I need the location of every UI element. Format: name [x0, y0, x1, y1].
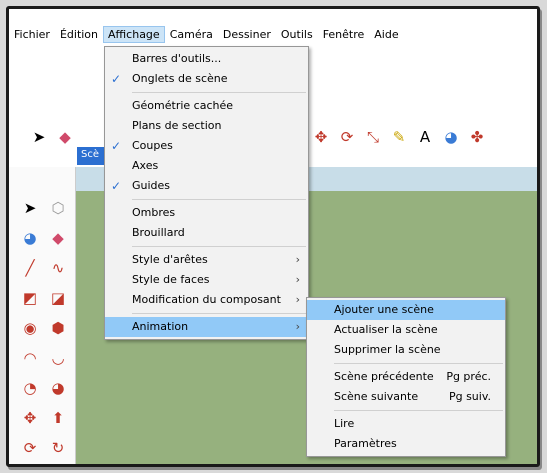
menu-item-label: Supprimer la scène	[334, 343, 441, 356]
menu-item-animation[interactable]: Animation ›	[105, 317, 308, 337]
menu-item-brouillard[interactable]: Brouillard	[105, 223, 308, 243]
pie-icon[interactable]: ◔	[19, 377, 41, 399]
menu-item-coupes[interactable]: ✓ Coupes	[105, 136, 308, 156]
menu-item-label: Style d'arêtes	[132, 253, 208, 266]
menu-item-label: Axes	[132, 159, 159, 172]
checkmark-icon: ✓	[111, 139, 122, 153]
follow-me-icon[interactable]: ↻	[47, 437, 69, 459]
menu-item-onglets-de-scene[interactable]: ✓ Onglets de scène	[105, 69, 308, 89]
menu-item-label: Paramètres	[334, 437, 397, 450]
component-icon[interactable]: ⬡	[47, 197, 69, 219]
menu-affichage[interactable]: Affichage	[103, 25, 165, 43]
menu-item-label: Style de faces	[132, 273, 210, 286]
push-pull-icon[interactable]: ⬆	[47, 407, 69, 429]
menu-item-label: Brouillard	[132, 226, 185, 239]
rectangle-icon[interactable]: ◩	[19, 287, 41, 309]
menu-item-modification-du-composant[interactable]: Modification du composant ›	[105, 290, 308, 310]
select-arrow-icon[interactable]: ➤	[29, 127, 49, 147]
polygon-icon[interactable]: ⬢	[47, 317, 69, 339]
menu-item-shortcut: Pg préc.	[446, 370, 491, 383]
pencil-icon[interactable]: ╱	[19, 257, 41, 279]
menu-item-label: Actualiser la scène	[334, 323, 438, 336]
menu-item-shortcut: Pg suiv.	[448, 390, 491, 403]
menu-item-label: Scène précédente	[334, 370, 434, 383]
menu-separator	[132, 313, 306, 314]
right-toolbar: ✥ ⟳ ⤡ ✎ A ◕ ✤	[311, 127, 487, 147]
menu-separator	[132, 199, 306, 200]
rotate-icon[interactable]: ⟳	[337, 127, 357, 147]
menu-item-scene-suivante[interactable]: Scène suivante Pg suiv.	[307, 387, 505, 407]
menu-item-axes[interactable]: Axes	[105, 156, 308, 176]
menu-aide[interactable]: Aide	[369, 26, 403, 43]
submenu-arrow-icon: ›	[295, 320, 300, 333]
arc-icon[interactable]: ◠	[19, 347, 41, 369]
left-toolbar: ➤ ⬡ ◕ ◆ ╱ ∿ ◩ ◪ ◉ ⬢ ◠ ◡ ◔ ◕ ✥ ⬆ ⟳ ↻	[9, 167, 76, 464]
menu-item-style-de-faces[interactable]: Style de faces ›	[105, 270, 308, 290]
menu-item-geometrie-cachee[interactable]: Géométrie cachée	[105, 96, 308, 116]
menu-fenetre[interactable]: Fenêtre	[318, 26, 370, 43]
paint-bucket-icon[interactable]: ◕	[441, 127, 461, 147]
menu-item-lire[interactable]: Lire	[307, 414, 505, 434]
main-toolbar: ➤ ◆	[29, 127, 75, 147]
submenu-arrow-icon: ›	[295, 253, 300, 266]
menu-item-guides[interactable]: ✓ Guides	[105, 176, 308, 196]
menu-item-ombres[interactable]: Ombres	[105, 203, 308, 223]
menu-item-supprimer-la-scene[interactable]: Supprimer la scène	[307, 340, 505, 360]
menu-outils[interactable]: Outils	[276, 26, 318, 43]
text-icon[interactable]: A	[415, 127, 435, 147]
menu-item-parametres[interactable]: Paramètres	[307, 434, 505, 454]
menu-item-label: Ajouter une scène	[334, 303, 434, 316]
menu-item-label: Modification du composant	[132, 293, 281, 306]
menu-bar: Fichier Édition Affichage Caméra Dessiner Out…	[9, 25, 537, 43]
submenu-arrow-icon: ›	[295, 273, 300, 286]
eraser-icon[interactable]: ◆	[47, 227, 69, 249]
menu-fichier[interactable]: Fichier	[9, 26, 55, 43]
circle-icon[interactable]: ◉	[19, 317, 41, 339]
menu-item-plans-de-section[interactable]: Plans de section	[105, 116, 308, 136]
rotated-rectangle-icon[interactable]: ◪	[47, 287, 69, 309]
submenu-arrow-icon: ›	[295, 293, 300, 306]
checkmark-icon: ✓	[111, 72, 122, 86]
menu-item-label: Animation	[132, 320, 189, 333]
menu-item-label: Coupes	[132, 139, 173, 152]
scale-icon[interactable]: ⤡	[363, 127, 383, 147]
eraser-icon[interactable]: ◆	[55, 127, 75, 147]
menu-edition[interactable]: Édition	[55, 26, 103, 43]
menu-item-label: Ombres	[132, 206, 176, 219]
menu-item-label: Onglets de scène	[132, 72, 228, 85]
tape-measure-icon[interactable]: ✎	[389, 127, 409, 147]
menu-item-label: Plans de section	[132, 119, 222, 132]
menu-item-scene-precedente[interactable]: Scène précédente Pg préc.	[307, 367, 505, 387]
menu-item-label: Barres d'outils...	[132, 52, 222, 65]
select-icon[interactable]: ➤	[19, 197, 41, 219]
menu-separator	[132, 246, 306, 247]
rotate-icon[interactable]: ⟳	[19, 437, 41, 459]
menu-separator	[334, 363, 503, 364]
menu-separator	[334, 410, 503, 411]
menu-item-actualiser-la-scene[interactable]: Actualiser la scène	[307, 320, 505, 340]
menu-item-label: Lire	[334, 417, 355, 430]
move-icon[interactable]: ✥	[19, 407, 41, 429]
animation-submenu: Ajouter une scène Actualiser la scène Supp…	[306, 297, 506, 457]
orbit-icon[interactable]: ✤	[467, 127, 487, 147]
menu-item-style-d-aretes[interactable]: Style d'arêtes ›	[105, 250, 308, 270]
menu-separator	[132, 92, 306, 93]
menu-item-barres-d-outils[interactable]: Barres d'outils...	[105, 49, 308, 69]
paint-bucket-icon[interactable]: ◕	[19, 227, 41, 249]
menu-item-label: Guides	[132, 179, 171, 192]
freehand-icon[interactable]: ∿	[47, 257, 69, 279]
menu-item-label: Scène suivante	[334, 390, 419, 403]
move-icon[interactable]: ✥	[311, 127, 331, 147]
menu-dessiner[interactable]: Dessiner	[218, 26, 276, 43]
arc-2-icon[interactable]: ◡	[47, 347, 69, 369]
pie-2-icon[interactable]: ◕	[47, 377, 69, 399]
menu-camera[interactable]: Caméra	[165, 26, 218, 43]
scene-tab[interactable]: Scè	[77, 147, 107, 165]
checkmark-icon: ✓	[111, 179, 122, 193]
view-dropdown-menu: Barres d'outils... ✓ Onglets de scène Géomé…	[104, 46, 309, 340]
menu-item-ajouter-une-scene[interactable]: Ajouter une scène	[307, 300, 505, 320]
menu-item-label: Géométrie cachée	[132, 99, 234, 112]
